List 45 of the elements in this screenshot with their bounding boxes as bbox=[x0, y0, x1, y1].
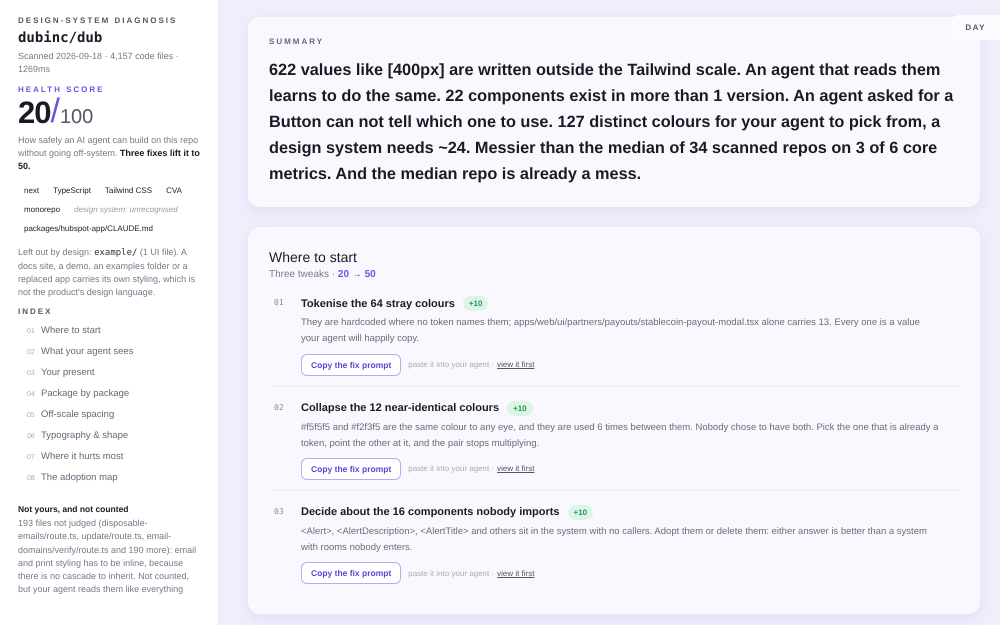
view-link[interactable]: view it first bbox=[497, 464, 534, 474]
index-title: INDEX bbox=[18, 307, 54, 316]
copy-prompt-button[interactable]: Copy the fix prompt bbox=[301, 354, 402, 376]
tech-tag: Tailwind CSS bbox=[98, 183, 158, 198]
fix-description: <Alert>, <AlertDescription>, <AlertTitle> and others sit in the system with no callers. Adopt them or delete them: either answer is better than a system with rooms nobody enters. bbox=[301, 524, 928, 556]
left-out-text: Left out by design: example/ (1 UI file). A docs site, a demo, an examples folder or a replaced app carries its own styling, which is not the product's design language. bbox=[18, 246, 196, 300]
repo-name: dubinc/dub bbox=[18, 30, 104, 46]
view-link[interactable]: view it first bbox=[497, 568, 534, 578]
score-value: 20 bbox=[18, 97, 50, 128]
hint-text: paste it into your agent · bbox=[408, 464, 494, 474]
copy-prompt-button[interactable]: Copy the fix prompt bbox=[301, 562, 402, 584]
score-slash: / bbox=[50, 94, 60, 128]
not-counted-text: 193 files not judged (disposable-emails/route.ts, update/route.ts, email-domains/verify/route.ts and 190 more): email and print styling has to be inline, because there is no cascade to inherit. Not counted, but your agent reads them like everything bbox=[18, 517, 198, 596]
eyebrow-label: DESIGN-SYSTEM DIAGNOSIS bbox=[18, 16, 178, 25]
gain-badge: +10 bbox=[507, 400, 533, 416]
score-description: How safely an AI agent can build on this repo without going off-system. Three fixes lift it to 50. bbox=[18, 134, 200, 174]
view-link[interactable]: view it first bbox=[497, 360, 534, 370]
section-heading: Not yours, and not counted bbox=[18, 504, 130, 514]
hint-text: paste it into your agent · bbox=[408, 568, 494, 578]
health-score-label: HEALTH SCORE bbox=[18, 85, 106, 94]
fix-title: Collapse the 12 near-identical colours bbox=[301, 402, 500, 414]
tech-tag: packages/hubspot-app/CLAUDE.md bbox=[18, 221, 159, 236]
summary-text: 622 values like [400px] are written outside the Tailwind scale. An agent that reads them learns to do the same. 22 components exist in more than 1 version. An agent asked for a Button can not tell which one to use. 127 distinct colours for your agent to pick from, a design system needs ~24. Messier than the median of 34 scanned repos on 3 of 6 core metrics. And the median repo is already a mess. bbox=[269, 60, 954, 186]
card-subtitle: Three tweaks · 20 → 50 bbox=[269, 269, 377, 280]
note-text: design system: unrecognised bbox=[73, 204, 179, 216]
card-title: Where to start bbox=[269, 249, 358, 266]
fix-number: 02 bbox=[273, 402, 285, 414]
hint-text: paste it into your agent · bbox=[408, 360, 494, 370]
summary-label: SUMMARY bbox=[269, 37, 326, 46]
fix-description: #f5f5f5 and #f2f3f5 are the same colour to any eye, and they are used 6 times between them. Nobody chose to have both. Pick the one that is already a token, point the other at it, and the pair stops multiplying. bbox=[301, 420, 940, 451]
theme-toggle-button[interactable]: DAY bbox=[951, 15, 1000, 40]
gain-badge: +10 bbox=[462, 296, 488, 312]
tech-tag: TypeScript bbox=[47, 183, 97, 198]
copy-prompt-button[interactable]: Copy the fix prompt bbox=[301, 458, 402, 480]
fix-number: 01 bbox=[273, 297, 285, 310]
tech-tag: CVA bbox=[160, 183, 188, 198]
tech-tag: monorepo bbox=[18, 202, 66, 218]
scan-info: Scanned 2026-09-18 · 4,157 code files · 1269ms bbox=[18, 50, 180, 76]
fix-description: They are hardcoded where no token names them; apps/web/ui/partners/payouts/stablecoin-payout-modal.tsx alone carries 13. Every one is a value your agent will happily copy. bbox=[301, 316, 921, 346]
fix-number: 03 bbox=[273, 506, 285, 518]
score-max: 100 bbox=[60, 107, 94, 128]
fix-title: Tokenise the 64 stray colours bbox=[301, 298, 455, 310]
gain-badge: +10 bbox=[568, 504, 594, 520]
tech-tag: next bbox=[18, 183, 46, 198]
fix-title: Decide about the 16 components nobody imports bbox=[301, 506, 560, 518]
